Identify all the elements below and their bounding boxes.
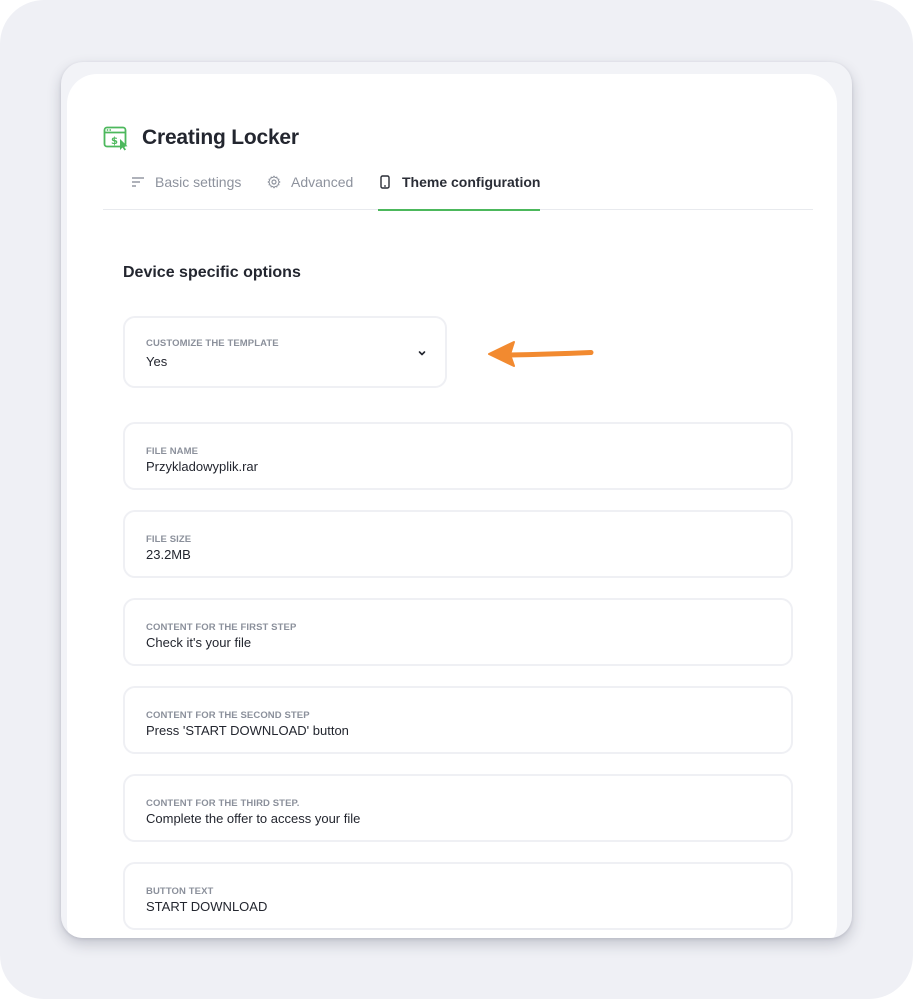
tab-basic-settings[interactable]: Basic settings — [131, 166, 241, 210]
window-frame: $ Creating Locker Basic settings Advance… — [61, 62, 852, 938]
tab-bar: Basic settings Advanced Theme configurat… — [103, 166, 813, 211]
tab-label: Theme configuration — [402, 174, 541, 190]
annotation-arrow-icon — [488, 341, 594, 367]
field-label: FILE NAME — [146, 446, 199, 457]
page-header: $ Creating Locker — [103, 124, 299, 152]
svg-text:$: $ — [111, 136, 118, 147]
file-name-field[interactable]: FILE NAME Przykladowyplik.rar — [123, 422, 793, 490]
field-value: Press 'START DOWNLOAD' button — [146, 723, 349, 738]
phone-icon — [380, 175, 390, 189]
field-label: BUTTON TEXT — [146, 886, 214, 897]
section-title: Device specific options — [123, 264, 301, 281]
file-size-field[interactable]: FILE SIZE 23.2MB — [123, 510, 793, 578]
field-value: Przykladowyplik.rar — [146, 459, 258, 474]
customize-template-select[interactable]: CUSTOMIZE THE TEMPLATE Yes — [123, 316, 447, 388]
sliders-lines-icon — [132, 177, 144, 187]
field-value: START DOWNLOAD — [146, 899, 268, 914]
field-value: Check it's your file — [146, 635, 252, 650]
tab-advanced[interactable]: Advanced — [267, 166, 353, 210]
field-value: 23.2MB — [146, 547, 191, 562]
locker-dollar-icon: $ — [103, 126, 128, 151]
field-label: CONTENT FOR THE THIRD STEP. — [146, 798, 300, 809]
field-value: Yes — [146, 354, 168, 369]
field-label: CONTENT FOR THE FIRST STEP — [146, 622, 297, 633]
gear-icon — [267, 175, 281, 189]
field-label: FILE SIZE — [146, 534, 192, 545]
field-label: CONTENT FOR THE SECOND STEP — [146, 710, 310, 721]
second-step-content-field[interactable]: CONTENT FOR THE SECOND STEP Press 'START… — [123, 686, 793, 754]
third-step-content-field[interactable]: CONTENT FOR THE THIRD STEP. Complete the… — [123, 774, 793, 842]
tab-theme-configuration[interactable]: Theme configuration — [378, 166, 541, 211]
tab-label: Advanced — [291, 174, 354, 190]
field-label: CUSTOMIZE THE TEMPLATE — [146, 338, 279, 349]
field-value: Complete the offer to access your file — [146, 811, 361, 826]
first-step-content-field[interactable]: CONTENT FOR THE FIRST STEP Check it's yo… — [123, 598, 793, 666]
chevron-down-icon — [418, 351, 426, 356]
locker-editor-panel: $ Creating Locker Basic settings Advance… — [67, 74, 837, 938]
button-text-field[interactable]: BUTTON TEXT START DOWNLOAD — [123, 862, 793, 930]
tab-label: Basic settings — [155, 174, 242, 190]
page-title: Creating Locker — [142, 126, 299, 149]
